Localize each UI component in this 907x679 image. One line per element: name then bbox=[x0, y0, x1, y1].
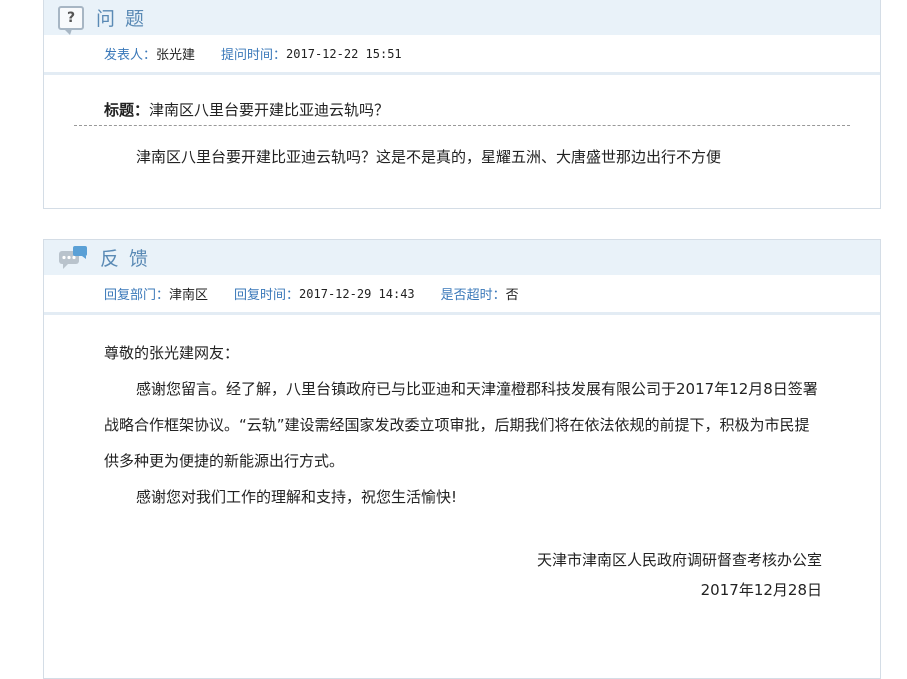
feedback-panel: 反 馈 回复部门： 津南区 回复时间： 2017-12-29 14:43 是否超… bbox=[43, 239, 881, 679]
greeting: 尊敬的张光建网友： bbox=[104, 344, 240, 362]
author-label: 发表人： bbox=[104, 48, 157, 63]
reply-time-value: 2017-12-29 14:43 bbox=[299, 286, 415, 301]
signature-date: 2017年12月28日 bbox=[700, 581, 822, 599]
question-panel: ? 问 题 发表人： 张光建 提问时间： 2017-12-22 15:51 标题… bbox=[43, 0, 881, 209]
question-header-title: 问 题 bbox=[96, 8, 147, 30]
subject-label: 标题： bbox=[104, 101, 150, 119]
overdue-label: 是否超时： bbox=[440, 288, 506, 303]
reply-paragraph-2: 感谢您对我们工作的理解和支持，祝您生活愉快! bbox=[136, 488, 458, 506]
question-meta: 发表人： 张光建 提问时间： 2017-12-22 15:51 bbox=[44, 35, 880, 75]
author-value: 张光建 bbox=[156, 48, 196, 63]
feedback-header-title: 反 馈 bbox=[100, 248, 151, 270]
dept-value: 津南区 bbox=[169, 288, 209, 303]
question-time-label: 提问时间： bbox=[221, 48, 287, 63]
question-panel-header: ? 问 题 bbox=[44, 0, 880, 35]
chat-bubbles-icon bbox=[59, 245, 87, 269]
overdue-value: 否 bbox=[505, 288, 519, 303]
feedback-meta: 回复部门： 津南区 回复时间： 2017-12-29 14:43 是否超时： 否 bbox=[44, 275, 880, 315]
signature: 天津市津南区人民政府调研督查考核办公室 2017年12月28日 bbox=[44, 545, 880, 605]
question-body: 津南区八里台要开建比亚迪云轨吗？这是不是真的，星耀五洲、大唐盛世那边出行不方便 bbox=[136, 148, 722, 166]
dept-label: 回复部门： bbox=[104, 288, 170, 303]
question-bubble-icon: ? bbox=[58, 5, 84, 35]
reply-time-label: 回复时间： bbox=[234, 288, 300, 303]
feedback-panel-header: 反 馈 bbox=[44, 240, 880, 275]
question-time-value: 2017-12-22 15:51 bbox=[286, 46, 402, 61]
subject-value: 津南区八里台要开建比亚迪云轨吗？ bbox=[149, 101, 390, 119]
signature-org: 天津市津南区人民政府调研督查考核办公室 bbox=[536, 551, 822, 569]
question-subject: 标题：津南区八里台要开建比亚迪云轨吗？ bbox=[44, 75, 880, 119]
reply-paragraph-1: 感谢您留言。经了解，八里台镇政府已与比亚迪和天津潼橙郡科技发展有限公司于2017… bbox=[104, 380, 818, 470]
feedback-body: 尊敬的张光建网友： 感谢您留言。经了解，八里台镇政府已与比亚迪和天津潼橙郡科技发… bbox=[44, 315, 880, 515]
